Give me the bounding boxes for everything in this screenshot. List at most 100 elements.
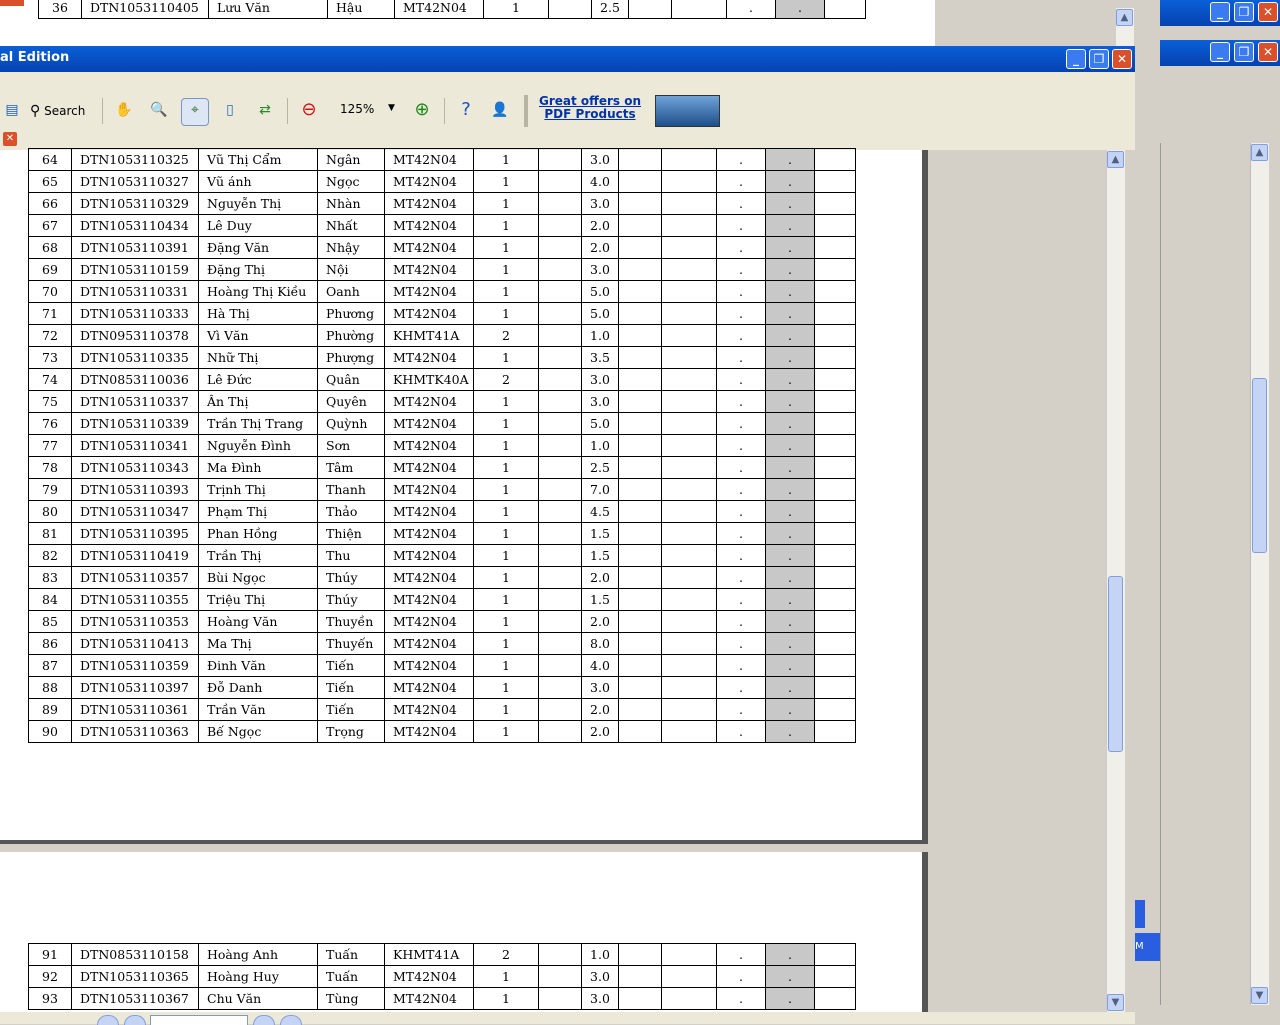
table-cell: 1.5 [581, 544, 619, 567]
rotate-icon[interactable]: ⇄ [253, 99, 277, 123]
page-icon[interactable]: ▯ [218, 99, 242, 123]
close-tab-icon[interactable]: ✕ [3, 132, 17, 146]
scroll-down-icon[interactable]: ▼ [1251, 987, 1268, 1004]
minimize-icon[interactable]: _ [1210, 42, 1230, 62]
background-scrollbar[interactable] [1250, 143, 1269, 1005]
table-cell: 2 [473, 943, 539, 966]
table-row: 73 DTN1053110335 Nhữ Thị Phượng MT42N04 1 3.5.… [28, 346, 856, 369]
table-cell [538, 544, 582, 567]
zoom-in-icon[interactable]: ⊕ [410, 99, 434, 123]
table-cell [618, 987, 662, 1010]
table-cell [618, 302, 662, 325]
chevron-down-icon[interactable]: ▼ [388, 103, 395, 113]
zoom-out-icon[interactable]: ⊖ [297, 99, 321, 123]
table-cell: 1 [473, 456, 539, 479]
table-cell: 91 [28, 943, 72, 966]
scroll-up-icon[interactable]: ▲ [1107, 151, 1124, 168]
scrollbar-thumb[interactable] [1252, 378, 1267, 553]
table-cell [661, 566, 717, 589]
help-icon[interactable]: ? [454, 99, 478, 123]
table-cell: . [716, 258, 766, 281]
table-cell: . [765, 280, 815, 303]
table-cell: MT42N04 [384, 632, 474, 655]
main-window-titlebar[interactable] [0, 46, 1135, 72]
table-row: 72 DTN0953110378 Vì Văn Phường KHMT41A 2 1.0.. [28, 324, 856, 347]
table-cell: . [716, 500, 766, 523]
table-row: 74 DTN0853110036 Lê Đức Quân KHMTK40A 2 3.0.. [28, 368, 856, 391]
close-icon[interactable]: ✕ [1258, 42, 1278, 62]
table-cell: . [765, 610, 815, 633]
scroll-up-icon[interactable]: ▲ [1116, 9, 1133, 26]
table-cell: . [765, 965, 815, 988]
table-cell: . [765, 324, 815, 347]
ad-link[interactable]: Great offers on PDF Products [530, 95, 650, 121]
table-cell [661, 368, 717, 391]
table-cell: 3.0 [581, 676, 619, 699]
table-cell: Hoàng Văn [198, 610, 318, 633]
table-cell: DTN1053110355 [71, 588, 199, 611]
toolbar-separator [102, 98, 103, 124]
table-cell: MT42N04 [384, 965, 474, 988]
table-cell: 1 [473, 676, 539, 699]
table-cell [661, 170, 717, 193]
minimize-icon[interactable]: _ [1066, 49, 1086, 69]
scrollbar-thumb[interactable] [1108, 576, 1123, 752]
scroll-down-icon[interactable]: ▼ [1107, 994, 1124, 1011]
table-cell: 1 [473, 698, 539, 721]
table-cell: 70 [28, 280, 72, 303]
table-cell: Phương [317, 302, 385, 325]
table-cell: 1.0 [581, 943, 619, 966]
table-cell: Ngọc [317, 170, 385, 193]
zoom-tool-icon[interactable]: 🔍 [147, 99, 171, 123]
table-cell: MT42N04 [384, 280, 474, 303]
table-cell: 1 [473, 302, 539, 325]
table-cell: 1 [473, 965, 539, 988]
table-cell: . [716, 522, 766, 545]
table-cell: DTN0953110378 [71, 324, 199, 347]
table-cell [538, 698, 582, 721]
table-cell [661, 698, 717, 721]
table-cell [618, 522, 662, 545]
table-cell [618, 346, 662, 369]
restore-icon[interactable]: ❐ [1234, 2, 1254, 22]
table-cell: DTN1053110367 [71, 987, 199, 1010]
minimize-icon[interactable]: _ [1210, 2, 1230, 22]
scroll-up-icon[interactable]: ▲ [1251, 144, 1268, 161]
table-cell: 73 [28, 346, 72, 369]
table-cell: . [765, 236, 815, 259]
table-cell: Tâm [317, 456, 385, 479]
table-cell: 2 [473, 368, 539, 391]
table-cell: 1 [473, 236, 539, 259]
zoom-level[interactable]: 125% [340, 102, 374, 116]
table-cell: 3.0 [581, 987, 619, 1010]
close-icon[interactable]: ✕ [1258, 2, 1278, 22]
background-button[interactable] [1135, 900, 1145, 928]
restore-icon[interactable]: ❐ [1234, 42, 1254, 62]
table-cell [618, 943, 662, 966]
table-cell: . [716, 654, 766, 677]
table-cell: 5.0 [581, 302, 619, 325]
user-icon[interactable]: 👤 [488, 99, 512, 123]
table-cell: . [765, 390, 815, 413]
select-tool-icon[interactable]: ⌖ [181, 98, 209, 126]
table-cell: Nhất [317, 214, 385, 237]
close-icon[interactable]: ✕ [1112, 49, 1132, 69]
restore-icon[interactable]: ❐ [1089, 49, 1109, 69]
table-cell: . [716, 544, 766, 567]
table-cell [538, 390, 582, 413]
search-button[interactable]: ⚲ Search [30, 98, 85, 124]
table-cell: 79 [28, 478, 72, 501]
table-cell: 3.5 [581, 346, 619, 369]
table-cell: Tùng [317, 987, 385, 1010]
hand-tool-icon[interactable]: ✋ [112, 99, 136, 123]
close-tab-icon[interactable] [0, 0, 24, 6]
table-cell [814, 236, 856, 259]
table-cell: . [765, 588, 815, 611]
ad-image[interactable] [655, 95, 720, 127]
print-icon[interactable]: ▤ [0, 99, 24, 123]
background-button-2[interactable]: M [1135, 933, 1160, 961]
table-cell [814, 346, 856, 369]
table-cell: DTN1053110357 [71, 566, 199, 589]
table-cell: 64 [28, 148, 72, 171]
table-cell: 1 [483, 0, 549, 19]
